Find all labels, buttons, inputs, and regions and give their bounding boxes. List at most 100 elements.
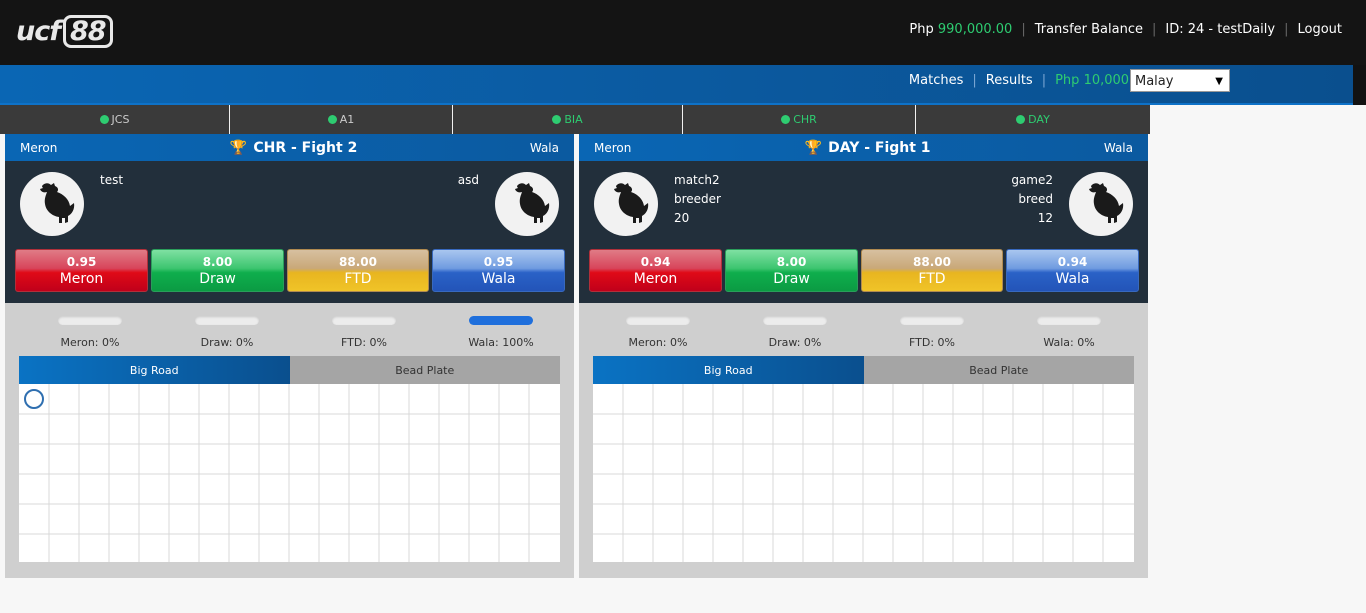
bet-meron-button[interactable]: 0.95 Meron	[15, 249, 148, 292]
tab-bead-plate[interactable]: Bead Plate	[863, 356, 1134, 384]
pct-meron: Meron: 0%	[608, 316, 708, 349]
pct-ftd: FTD: 0%	[314, 316, 414, 349]
wala-player-name: asd	[457, 173, 479, 187]
pct-label: FTD: 0%	[341, 336, 387, 349]
bet-percentages: Meron: 0% Draw: 0% FTD: 0% Wala: 100%	[5, 316, 574, 356]
meron-player-name: match2	[674, 173, 720, 187]
tab-big-road[interactable]: Big Road	[593, 356, 864, 384]
pct-label: Meron: 0%	[628, 336, 688, 349]
wala-player-info: asd	[458, 171, 479, 190]
bet-label: Meron	[633, 270, 678, 287]
bet-meron-button[interactable]: 0.94 Meron	[589, 249, 722, 292]
site-logo[interactable]: ucf 88	[16, 13, 113, 49]
scrollbar[interactable]	[1353, 65, 1366, 105]
separator: |	[1041, 73, 1047, 88]
meron-side-label: Meron	[594, 140, 632, 155]
bet-odds: 8.00	[202, 254, 233, 269]
pct-bar	[332, 316, 396, 325]
separator: |	[1151, 22, 1157, 37]
arena-tab-label: BIA	[564, 113, 583, 126]
bet-wala-button[interactable]: 0.94 Wala	[1006, 249, 1139, 292]
status-dot-icon	[1016, 115, 1026, 124]
pct-meron: Meron: 0%	[40, 316, 140, 349]
pct-bar	[195, 316, 259, 325]
logo-number: 88	[62, 14, 113, 48]
pct-label: Wala: 100%	[468, 336, 534, 349]
language-select[interactable]: Malay ▼	[1130, 69, 1230, 92]
separator: |	[1021, 22, 1026, 37]
bet-draw-button[interactable]: 8.00 Draw	[151, 249, 284, 292]
tab-big-road[interactable]: Big Road	[19, 356, 290, 384]
pct-label: Draw: 0%	[768, 336, 822, 349]
road-mark-meron	[24, 389, 44, 409]
meron-player-weight: 20	[674, 211, 690, 225]
language-value: Malay	[1135, 74, 1174, 89]
road-tabs: Big Road Bead Plate	[593, 356, 1134, 384]
dropdown-arrow-icon: ▼	[1215, 76, 1223, 87]
account-bar: Php 990,000.00 | Transfer Balance | ID: …	[909, 22, 1342, 37]
arena-tab-chr[interactable]: CHR	[683, 105, 916, 134]
pct-label: Meron: 0%	[60, 336, 120, 349]
bet-label: Draw	[773, 270, 810, 287]
balance-currency: Php	[909, 22, 934, 37]
bet-odds: 0.95	[483, 254, 514, 269]
bet-buttons: 0.94 Meron 8.00 Draw 88.00 FTD 0.94 Wala	[589, 249, 1139, 292]
meron-player-info: match2 breeder 20	[674, 171, 721, 228]
bet-ftd-button[interactable]: 88.00 FTD	[287, 249, 429, 292]
arena-tab-jcs[interactable]: JCS	[0, 105, 230, 134]
pct-label: Wala: 0%	[1043, 336, 1095, 349]
pct-bar-fill	[469, 316, 533, 325]
meron-player-name: test	[100, 173, 124, 187]
logo-text: ucf	[16, 15, 61, 47]
bet-ftd-button[interactable]: 88.00 FTD	[861, 249, 1003, 292]
pct-bar	[626, 316, 690, 325]
results-link[interactable]: Results	[986, 73, 1033, 88]
road-tabs: Big Road Bead Plate	[19, 356, 560, 384]
status-dot-icon	[781, 115, 791, 124]
fight-card: Meron 🏆 DAY - Fight 1 Wala match2 breeder…	[579, 134, 1148, 578]
fight-title-text: DAY - Fight 1	[828, 139, 931, 156]
wala-player-info: game2 breed 12	[1011, 171, 1053, 228]
bet-draw-button[interactable]: 8.00 Draw	[725, 249, 858, 292]
arena-tab-label: DAY	[1028, 113, 1050, 126]
pct-ftd: FTD: 0%	[882, 316, 982, 349]
wala-side-label: Wala	[1103, 140, 1133, 155]
main-balance: 990,000.00	[937, 22, 1013, 37]
pct-bar	[1037, 316, 1101, 325]
bet-label: Draw	[199, 270, 236, 287]
rooster-avatar-icon	[594, 172, 658, 236]
wala-side-label: Wala	[529, 140, 559, 155]
trophy-icon: 🏆	[804, 139, 823, 156]
pct-label: Draw: 0%	[200, 336, 254, 349]
big-road-grid	[593, 384, 1134, 562]
transfer-balance-link[interactable]: Transfer Balance	[1035, 22, 1143, 37]
arena-tab-label: CHR	[793, 113, 817, 126]
pct-bar	[763, 316, 827, 325]
bet-odds: 8.00	[776, 254, 807, 269]
meron-player-breeder: breeder	[674, 192, 721, 206]
fight-title: 🏆 CHR - Fight 2	[230, 140, 357, 156]
meron-side-label: Meron	[20, 140, 58, 155]
fight-title-text: CHR - Fight 2	[253, 139, 358, 156]
pct-label: FTD: 0%	[909, 336, 955, 349]
matches-link[interactable]: Matches	[909, 73, 963, 88]
bet-odds: 88.00	[913, 254, 951, 269]
pct-draw: Draw: 0%	[745, 316, 845, 349]
tab-bead-plate[interactable]: Bead Plate	[289, 356, 560, 384]
arena-tab-bia[interactable]: BIA	[453, 105, 683, 134]
logout-link[interactable]: Logout	[1297, 22, 1342, 37]
arena-tab-a1[interactable]: A1	[230, 105, 453, 134]
big-road-grid-lines	[593, 384, 1134, 562]
bet-odds: 88.00	[339, 254, 377, 269]
bet-wala-button[interactable]: 0.95 Wala	[432, 249, 565, 292]
pct-wala: Wala: 100%	[451, 316, 551, 349]
rooster-avatar-icon	[20, 172, 84, 236]
big-road-grid-lines	[19, 384, 560, 562]
bet-label: FTD	[344, 270, 372, 287]
bet-odds: 0.94	[640, 254, 671, 269]
status-dot-icon	[99, 115, 109, 124]
arena-tab-day[interactable]: DAY	[916, 105, 1150, 134]
top-bar: ucf 88 Php 990,000.00 | Transfer Balance…	[0, 0, 1366, 65]
fight-card: Meron 🏆 CHR - Fight 2 Wala test asd 0.95 M…	[5, 134, 574, 578]
bet-buttons: 0.95 Meron 8.00 Draw 88.00 FTD 0.95 Wala	[15, 249, 565, 292]
